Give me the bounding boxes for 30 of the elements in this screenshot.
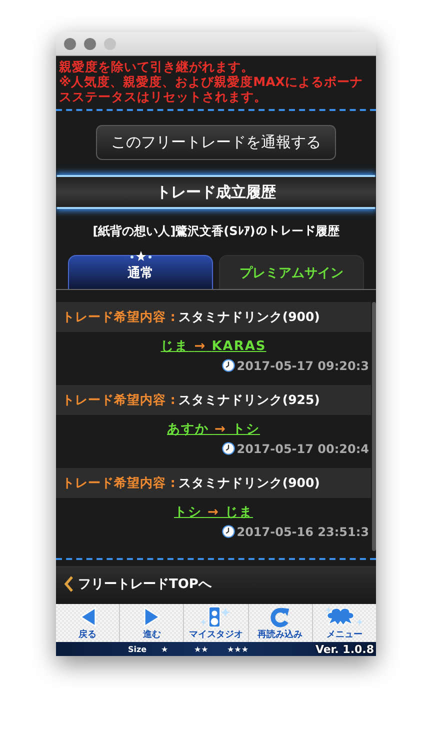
clock-icon: [222, 359, 235, 372]
window-control-icon[interactable]: [64, 38, 76, 50]
chevron-icon: [64, 576, 74, 592]
trade-label: トレード希望内容 :: [62, 308, 176, 326]
trade-item: スタミナドリンク(925): [178, 392, 320, 408]
menu-button[interactable]: メニュー: [312, 604, 376, 642]
trade-label: トレード希望内容 :: [62, 392, 176, 408]
tab[interactable]: プレミアムサイン: [219, 255, 364, 289]
section-title: トレード成立履歴: [156, 182, 276, 202]
clock-icon: [222, 525, 235, 538]
scrollbar[interactable]: [372, 302, 376, 551]
trade-label: トレード希望内容 :: [62, 474, 176, 492]
clock-icon: [222, 442, 235, 455]
size-option[interactable]: ★★★: [227, 644, 260, 654]
back-link-label: フリートレードTOPへ: [78, 576, 212, 593]
section-subtitle: [紙背の想い人]鷺沢文香(Sﾚｱ)のトレード履歴: [92, 223, 340, 240]
reload-icon: [269, 606, 292, 628]
size-option[interactable]: ★★: [194, 644, 227, 654]
trade-time: 2017-05-17 00:20:4: [236, 442, 369, 456]
notice-text: 親愛度を除いて引き継がれます。: [59, 59, 255, 74]
report-button[interactable]: このフリートレードを通報する: [96, 125, 336, 160]
size-label: Size: [128, 644, 148, 654]
notice-text: ※人気度、親愛度、および親愛度MAXによるボーナスステータスはリセットされます。: [59, 74, 364, 104]
trade-time: 2017-05-16 23:51:3: [236, 525, 369, 539]
window-control-icon[interactable]: [84, 38, 96, 50]
trade-item: スタミナドリンク(900): [178, 474, 320, 492]
trade-item: スタミナドリンク(900): [178, 308, 320, 326]
version-label: Ver. 1.0.8: [315, 642, 375, 656]
trade-time: 2017-05-17 09:20:3: [236, 359, 369, 373]
size-option[interactable]: ★: [161, 644, 194, 654]
